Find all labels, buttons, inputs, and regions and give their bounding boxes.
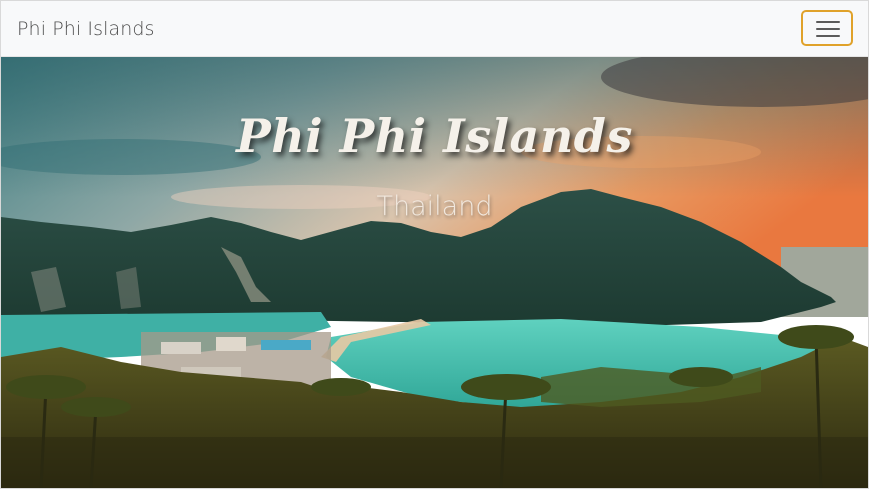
hero-subtitle: Thailand (376, 191, 493, 222)
navbar: Phi Phi Islands (1, 1, 868, 57)
hero-banner: Phi Phi Islands Thailand (1, 57, 868, 488)
hero-title: Phi Phi Islands (236, 109, 633, 163)
hamburger-menu-icon (816, 21, 840, 37)
navbar-brand[interactable]: Phi Phi Islands (17, 18, 155, 40)
navbar-toggle-button[interactable] (801, 10, 853, 46)
page: Phi Phi Islands Phi Phi Islands Thailand (0, 0, 869, 489)
